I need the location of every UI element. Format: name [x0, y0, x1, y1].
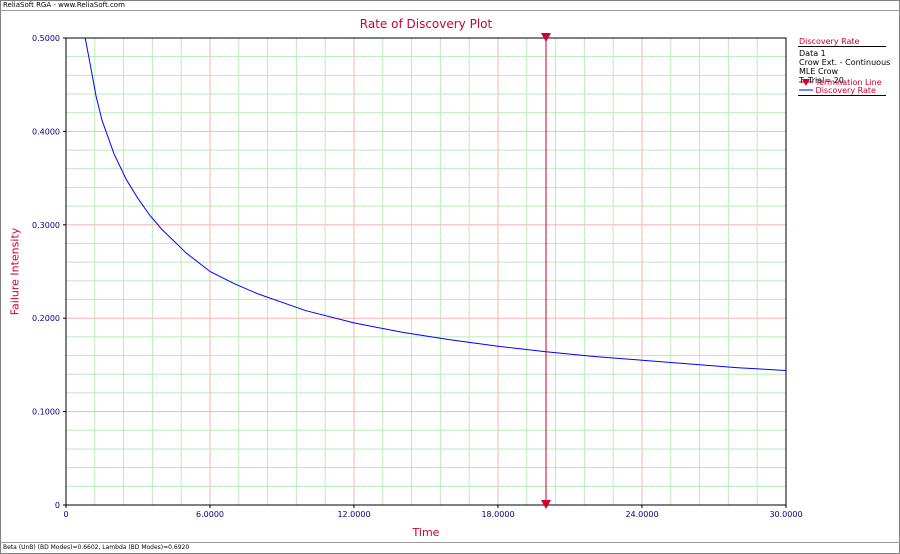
- y-tick-label: 0.2000: [32, 314, 60, 323]
- y-tick-label: 0: [55, 501, 60, 510]
- y-tick-label: 0.4000: [32, 127, 60, 136]
- x-tick-labels: 0 6.0000 12.0000 18.0000 24.0000 30.0000: [63, 510, 802, 519]
- x-tick-label: 18.0000: [481, 510, 514, 519]
- y-tick-labels: 0 0.1000 0.2000 0.3000 0.4000 0.5000: [32, 34, 60, 510]
- legend-divider-bottom: [798, 95, 886, 96]
- x-tick-label: 12.0000: [337, 510, 370, 519]
- x-tick-label: 6.0000: [196, 510, 224, 519]
- legend-label-discovery: Discovery Rate: [815, 86, 876, 95]
- x-tick-label: 0: [63, 510, 68, 519]
- plot-border: [65, 37, 787, 506]
- plot-canvas[interactable]: 0 6.0000 12.0000 18.0000 24.0000 30.0000 0 0.1…: [0, 0, 900, 554]
- legend-info-data: Data 1: [799, 49, 826, 58]
- discovery-rate-curve: [84, 37, 787, 371]
- legend-info-model: Crow Ext. - Continuous: [799, 58, 891, 67]
- status-divider: [0, 542, 900, 543]
- axis-ticks: [63, 37, 787, 508]
- x-tick-label: 24.0000: [625, 510, 658, 519]
- legend-divider: [798, 46, 886, 47]
- legend-entry-discovery: Discovery Rate: [799, 86, 876, 95]
- legend-title: Discovery Rate: [799, 37, 860, 46]
- x-tick-label: 30.0000: [769, 510, 802, 519]
- minor-grid: [66, 38, 786, 505]
- status-bar-text: Beta (UnB) (BD Modes)=0.6602, Lambda (BD…: [3, 544, 190, 551]
- major-grid: [66, 38, 786, 505]
- y-tick-label: 0.3000: [32, 221, 60, 230]
- y-tick-label: 0.5000: [32, 34, 60, 43]
- y-tick-label: 0.1000: [32, 408, 60, 417]
- blue-line-icon: [799, 89, 813, 91]
- legend-info-method: MLE Crow: [799, 67, 839, 76]
